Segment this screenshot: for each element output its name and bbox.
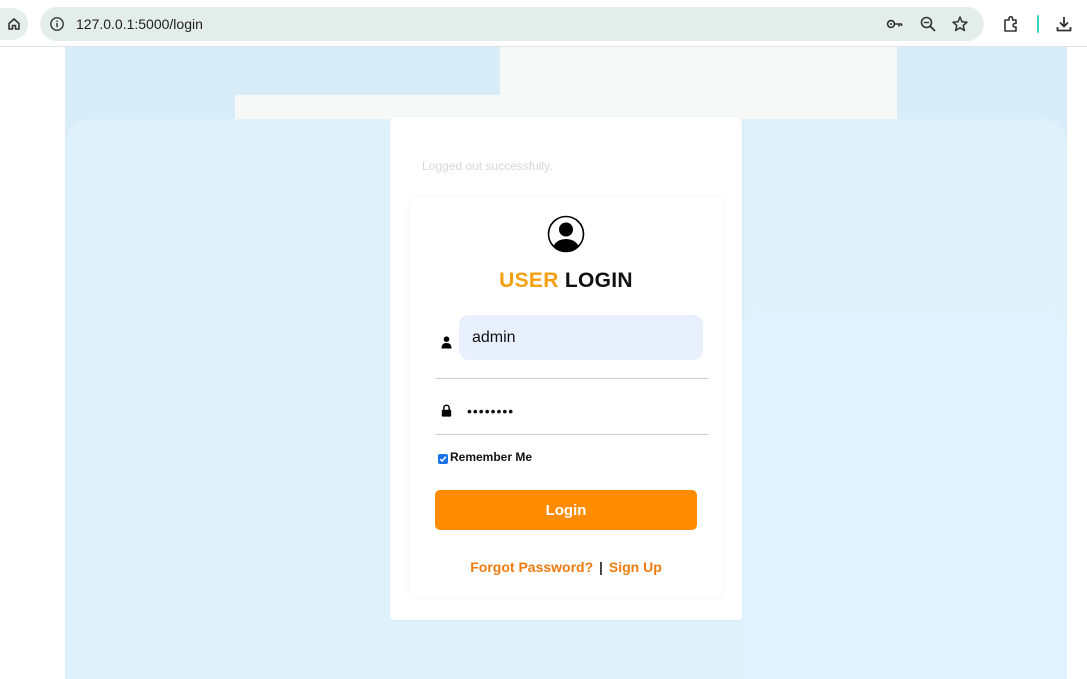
login-title: USER LOGIN	[390, 269, 742, 293]
login-title-rest: LOGIN	[564, 269, 633, 292]
home-icon	[8, 18, 20, 30]
url-text[interactable]: 127.0.0.1:5000/login	[76, 16, 203, 32]
user-avatar-icon	[547, 215, 585, 253]
home-button[interactable]	[0, 8, 28, 40]
download-icon[interactable]	[1054, 14, 1074, 34]
toolbar-separator	[1037, 15, 1039, 33]
remember-me: Remember Me	[438, 450, 532, 464]
flash-message: Logged out successfully.	[422, 159, 553, 173]
sign-up-link[interactable]: Sign Up	[609, 559, 662, 575]
username-underline	[435, 378, 709, 379]
login-title-highlight: USER	[499, 269, 559, 292]
auth-links: Forgot Password? | Sign Up	[390, 559, 742, 575]
username-input[interactable]	[459, 315, 703, 360]
zoom-icon[interactable]	[919, 15, 937, 33]
background-notch	[235, 47, 500, 95]
login-button[interactable]: Login	[435, 490, 697, 530]
password-key-icon[interactable]	[886, 15, 904, 33]
login-card: Logged out successfully. USER LOGIN Reme…	[390, 117, 742, 620]
forgot-password-link[interactable]: Forgot Password?	[470, 559, 593, 575]
site-info-icon[interactable]	[49, 16, 65, 32]
background-lower-right-panel	[740, 309, 1067, 679]
user-icon	[441, 336, 452, 349]
links-separator: |	[599, 559, 603, 575]
extensions-icon[interactable]	[1001, 14, 1021, 34]
password-underline	[435, 434, 709, 435]
remember-me-checkbox[interactable]	[438, 453, 448, 464]
checkmark-icon	[439, 455, 447, 462]
remember-me-label[interactable]: Remember Me	[450, 450, 532, 464]
password-input[interactable]	[459, 396, 703, 426]
browser-toolbar: 127.0.0.1:5000/login	[0, 0, 1087, 47]
address-bar[interactable]: 127.0.0.1:5000/login	[40, 7, 984, 41]
bookmark-star-icon[interactable]	[951, 15, 969, 33]
lock-icon	[441, 404, 452, 417]
